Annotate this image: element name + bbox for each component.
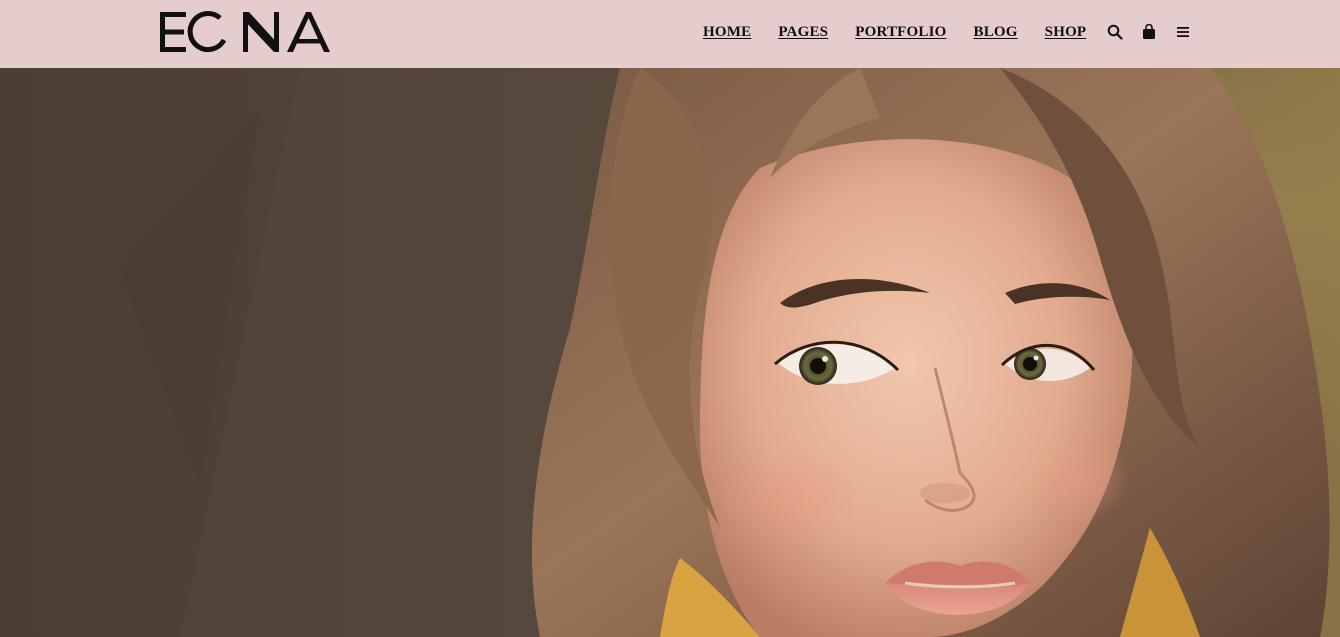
menu-icon[interactable]: [1174, 23, 1192, 41]
nav-portfolio[interactable]: PORTFOLIO: [855, 24, 946, 41]
nav-blog[interactable]: BLOG: [974, 24, 1018, 41]
nav-shop[interactable]: SHOP: [1045, 24, 1087, 41]
nav-pages[interactable]: PAGES: [778, 24, 828, 41]
hero-image: [0, 68, 1340, 637]
nav-home[interactable]: HOME: [703, 24, 751, 41]
portrait-photo: [0, 68, 1340, 637]
site-logo[interactable]: [158, 10, 332, 54]
shopping-bag-icon[interactable]: [1140, 23, 1158, 41]
site-header: HOME PAGES PORTFOLIO BLOG SHOP: [0, 0, 1340, 68]
main-nav: HOME PAGES PORTFOLIO BLOG SHOP: [703, 22, 1192, 42]
search-icon[interactable]: [1106, 23, 1124, 41]
